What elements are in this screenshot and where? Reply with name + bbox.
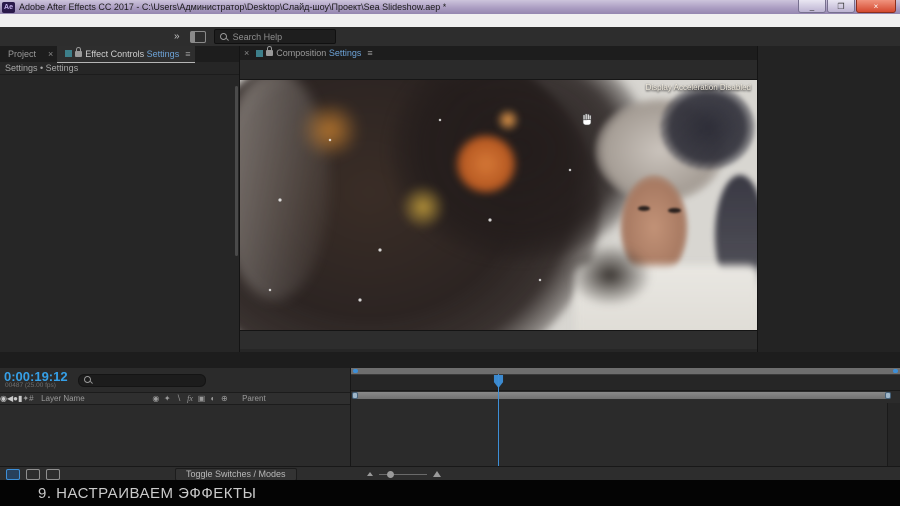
hand-cursor-icon — [580, 112, 594, 127]
caption-bar: 9. НАСТРАИВАЕМ ЭФФЕКТЫ — [0, 480, 900, 506]
timeline-search-input[interactable] — [78, 374, 206, 387]
eye-column-icon[interactable]: ◉ — [0, 394, 7, 403]
timeline-panel: 0:00:19:12 00487 (25.00 fps) ◉◀●▮ ✦ # La… — [0, 352, 900, 480]
number-column-header: # — [29, 394, 41, 403]
workspace-overflow-button[interactable]: » — [174, 31, 180, 42]
lock-icon — [266, 50, 273, 56]
search-icon — [83, 375, 93, 385]
acceleration-warning: Display Acceleration Disabled — [646, 83, 751, 92]
app-icon: Ae — [2, 2, 15, 13]
close-panel-icon[interactable]: × — [48, 49, 53, 59]
work-area[interactable] — [351, 391, 900, 400]
effect-controls-panel: Project × Effect Controls Settings ≡ Set… — [0, 46, 239, 352]
tab-composition-comp: Settings — [329, 48, 362, 58]
search-help-input[interactable]: Search Help — [214, 29, 336, 44]
menu-bar — [0, 14, 900, 27]
close-panel-icon[interactable]: × — [244, 48, 249, 58]
switches-column-icons: ◉✦∖fx▣◐⊕ — [150, 394, 230, 403]
panel-square-icon — [256, 50, 263, 57]
search-icon — [219, 32, 229, 42]
tab-comp-name: Settings — [147, 49, 180, 59]
timeline-right-edge — [887, 403, 900, 466]
tools-toolbar: » Search Help — [0, 27, 900, 47]
window-titlebar: Ae Adobe After Effects CC 2017 - C:\User… — [0, 0, 900, 14]
zoom-in-icon[interactable] — [433, 471, 441, 477]
timeline-track-area[interactable] — [351, 368, 900, 466]
current-timecode[interactable]: 0:00:19:12 — [4, 371, 68, 382]
layer-name-column-header[interactable]: Layer Name — [41, 394, 150, 403]
close-button[interactable]: × — [856, 0, 896, 13]
right-panel-stack — [758, 46, 900, 352]
after-effects-window: Ae Adobe After Effects CC 2017 - C:\User… — [0, 0, 900, 506]
minimize-button[interactable]: _ — [798, 0, 826, 13]
frame-info: 00487 (25.00 fps) — [5, 382, 68, 389]
composition-panel: × Composition Settings ≡ — [240, 46, 757, 352]
search-help-placeholder: Search Help — [233, 32, 283, 42]
tab-composition-label[interactable]: Composition — [276, 48, 326, 58]
frame-blending-toggle-icon[interactable] — [6, 469, 20, 480]
motion-blur-toggle-icon[interactable] — [26, 469, 40, 480]
tab-effect-controls[interactable]: Effect Controls Settings ≡ — [57, 46, 195, 63]
scrollbar[interactable] — [235, 86, 238, 256]
zoom-knob[interactable] — [387, 471, 394, 478]
window-title: Adobe After Effects CC 2017 - C:\Users\А… — [19, 2, 446, 12]
viewer-toolbar — [240, 330, 757, 349]
parent-column-header[interactable]: Parent — [242, 394, 266, 403]
timeline-nav-bar[interactable] — [351, 368, 900, 375]
composition-breadcrumb — [240, 60, 757, 80]
effect-controls-subtitle: Settings • Settings — [0, 62, 239, 75]
caption-text: 9. НАСТРАИВАЕМ ЭФФЕКТЫ — [38, 485, 256, 502]
playhead-line — [498, 374, 499, 466]
label-column-icon: ✦ — [22, 394, 29, 403]
panel-menu-icon[interactable]: ≡ — [185, 49, 190, 59]
timeline-zoom-slider[interactable] — [367, 471, 441, 477]
timeline-column-header: ◉◀●▮ ✦ # Layer Name ◉✦∖fx▣◐⊕ Parent — [0, 392, 350, 405]
toggle-switches-modes-button[interactable]: Toggle Switches / Modes — [175, 468, 297, 481]
timeline-bottom-bar: Toggle Switches / Modes — [0, 466, 900, 481]
viewer-art-snow — [240, 80, 757, 330]
maximize-button[interactable]: ❐ — [827, 0, 855, 13]
brainstorm-icon[interactable] — [46, 469, 60, 480]
workspace-icon[interactable] — [190, 31, 206, 43]
zoom-out-icon[interactable] — [367, 472, 373, 476]
panel-square-icon — [65, 50, 72, 57]
time-ruler[interactable] — [351, 375, 900, 391]
panel-menu-icon[interactable]: ≡ — [367, 48, 372, 58]
tab-project[interactable]: Project — [8, 49, 36, 59]
lock-icon — [75, 51, 82, 57]
tab-effect-controls-label: Effect Controls — [85, 49, 144, 59]
composition-viewer[interactable]: Display Acceleration Disabled — [240, 80, 757, 330]
